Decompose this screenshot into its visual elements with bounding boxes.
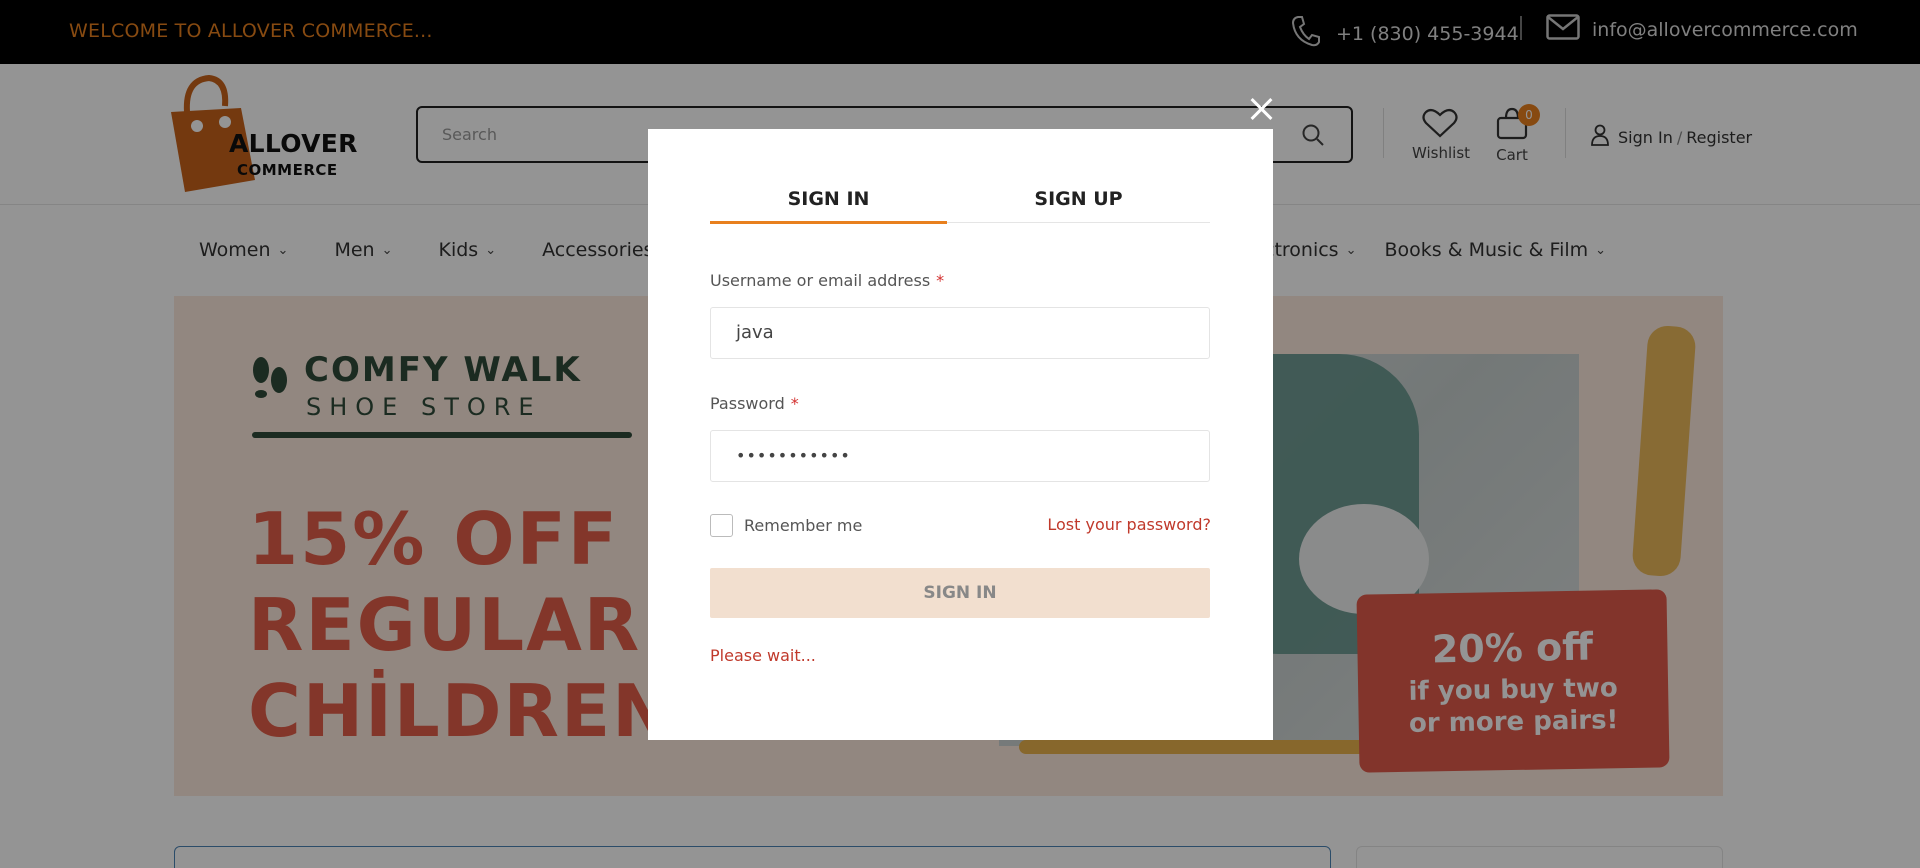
required-mark: *	[790, 394, 799, 413]
required-mark: *	[936, 271, 945, 290]
auth-tabs: SIGN IN SIGN UP	[710, 185, 1210, 224]
wait-message: Please wait...	[710, 646, 816, 665]
lost-password-link[interactable]: Lost your password?	[1047, 515, 1211, 534]
username-label: Username or email address *	[710, 271, 944, 290]
username-label-text: Username or email address	[710, 271, 931, 290]
checkbox-box[interactable]	[710, 514, 733, 537]
close-icon[interactable]	[1248, 96, 1274, 122]
remember-me-checkbox[interactable]: Remember me	[710, 514, 862, 537]
login-modal: SIGN IN SIGN UP Username or email addres…	[648, 129, 1273, 740]
sign-in-button[interactable]: SIGN IN	[710, 568, 1210, 618]
tab-sign-in[interactable]: SIGN IN	[710, 185, 947, 224]
password-label: Password *	[710, 394, 799, 413]
tab-sign-up[interactable]: SIGN UP	[947, 185, 1210, 223]
password-field[interactable]: •••••••••••	[710, 430, 1210, 482]
password-label-text: Password	[710, 394, 785, 413]
username-field[interactable]: java	[710, 307, 1210, 359]
remember-me-label: Remember me	[744, 516, 863, 535]
